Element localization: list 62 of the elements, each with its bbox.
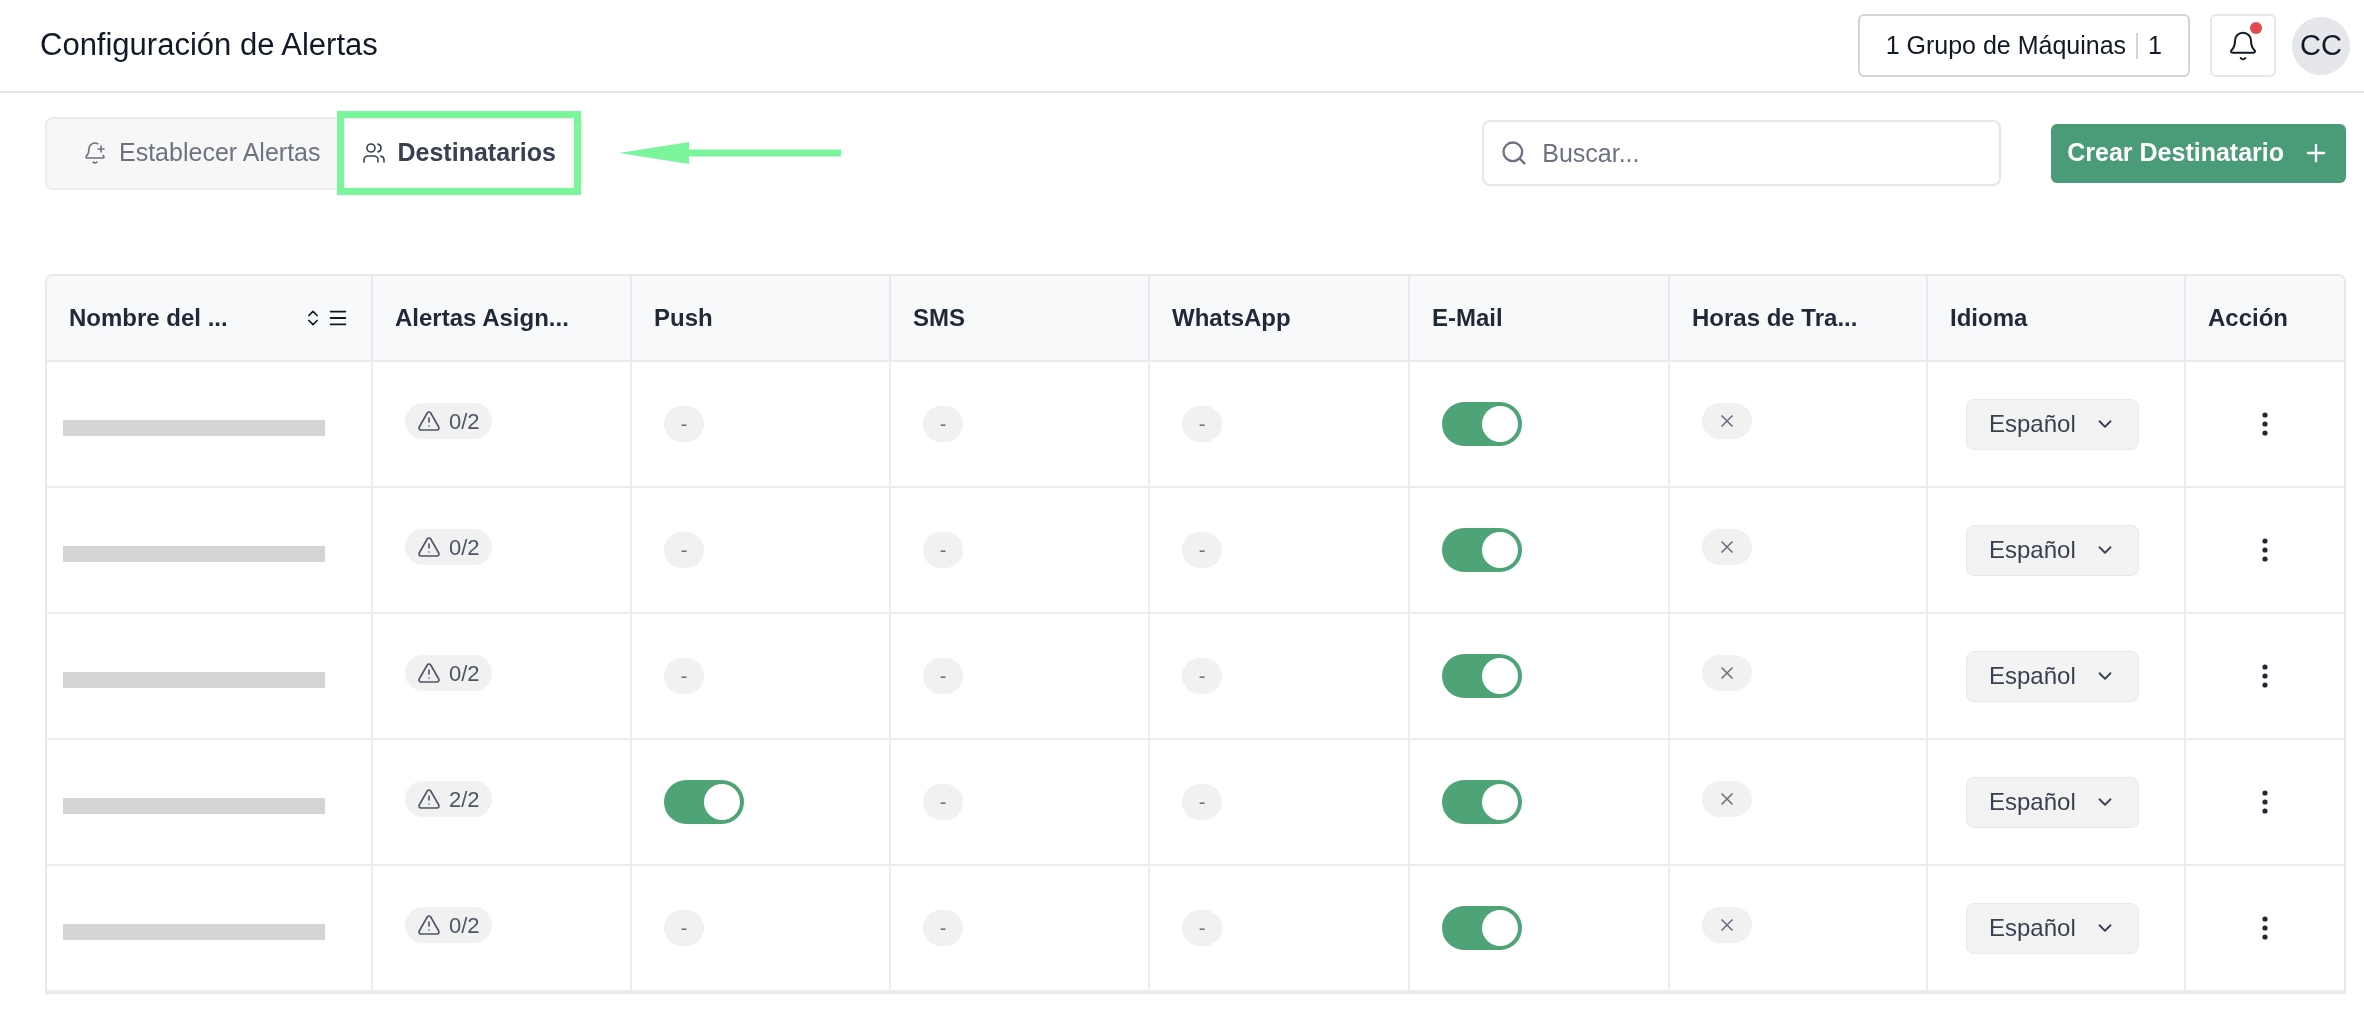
more-icon: [2262, 790, 2268, 814]
column-header: Horas de Tra...: [1692, 303, 1858, 333]
search-field[interactable]: Buscar...: [1482, 120, 2002, 186]
empty-value: -: [923, 658, 963, 694]
empty-value: -: [923, 532, 963, 568]
column-header: SMS: [913, 303, 965, 333]
warning-icon: [417, 661, 441, 685]
warning-icon: [417, 535, 441, 559]
toggle-switch[interactable]: [1442, 402, 1522, 446]
empty-value: -: [923, 406, 963, 442]
more-icon: [2262, 538, 2268, 562]
alerts-badge: 2/2: [405, 781, 492, 817]
language-dropdown[interactable]: Español: [1966, 524, 2139, 576]
notifications-button[interactable]: [2210, 14, 2276, 77]
empty-value: -: [1182, 532, 1222, 568]
group-label: 1 Grupo de Máquinas: [1885, 29, 2127, 61]
column-header: Idioma: [1950, 303, 2028, 333]
bell-icon: [2227, 29, 2259, 62]
alerts-badge: 0/2: [405, 655, 492, 691]
column-header: E-Mail: [1432, 303, 1503, 333]
users-icon: [361, 141, 386, 165]
search-icon: [1500, 139, 1529, 167]
column-header: Alertas Asign...: [395, 303, 569, 333]
toggle-switch[interactable]: [1442, 654, 1522, 698]
column-header: Nombre del ...: [69, 303, 228, 333]
empty-value: -: [1182, 658, 1222, 694]
tab[interactable]: Establecer Alertas: [67, 120, 337, 186]
toggle-switch[interactable]: [1442, 906, 1522, 950]
machine-group-button[interactable]: 1 Grupo de Máquinas 1: [1857, 14, 2190, 77]
tab[interactable]: Destinatarios: [345, 120, 572, 186]
toggle-switch[interactable]: [1442, 528, 1522, 572]
empty-value: -: [664, 532, 704, 568]
empty-value: -: [664, 658, 704, 694]
more-icon: [2262, 916, 2268, 940]
empty-value: -: [923, 784, 963, 820]
column-header: Acción: [2208, 303, 2288, 333]
user-avatar[interactable]: CC: [2292, 16, 2350, 75]
group-count: 1: [2148, 29, 2162, 61]
toggle-switch[interactable]: [664, 780, 744, 824]
empty-value: -: [923, 910, 963, 946]
empty-value: -: [664, 910, 704, 946]
alerts-badge: 0/2: [405, 907, 492, 943]
warning-icon: [417, 409, 441, 433]
warning-icon: [417, 913, 441, 937]
language-dropdown[interactable]: Español: [1966, 650, 2139, 702]
empty-value: -: [1182, 784, 1222, 820]
bell-plus-icon: [83, 141, 107, 165]
column-header: WhatsApp: [1172, 303, 1291, 333]
empty-value: -: [1182, 406, 1222, 442]
page-title: Configuración de Alertas: [40, 26, 379, 65]
more-icon: [2262, 412, 2268, 436]
alerts-badge: 0/2: [405, 529, 492, 565]
empty-value: -: [664, 406, 704, 442]
column-header: Push: [654, 303, 713, 333]
language-dropdown[interactable]: Español: [1966, 902, 2139, 954]
alerts-badge: 0/2: [405, 403, 492, 439]
more-icon: [2262, 664, 2268, 688]
toggle-switch[interactable]: [1442, 780, 1522, 824]
warning-icon: [417, 787, 441, 811]
empty-value: -: [1182, 910, 1222, 946]
language-dropdown[interactable]: Español: [1966, 398, 2139, 450]
language-dropdown[interactable]: Español: [1966, 776, 2139, 828]
